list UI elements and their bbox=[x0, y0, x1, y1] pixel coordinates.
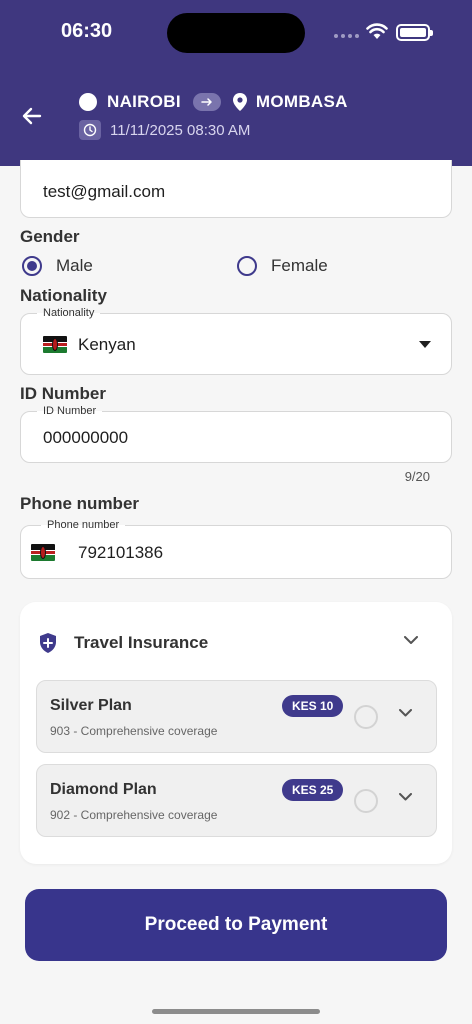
route-arrow-icon bbox=[192, 93, 221, 111]
travel-insurance-card: Travel Insurance Silver Plan 903 - Compr… bbox=[20, 602, 452, 864]
id-number-input[interactable]: ID Number 000000000 bbox=[20, 404, 452, 463]
plan-radio[interactable] bbox=[354, 789, 378, 813]
id-number-value: 000000000 bbox=[43, 428, 129, 447]
phone-label: Phone number bbox=[20, 494, 140, 513]
plan-option-diamond[interactable]: Diamond Plan 902 - Comprehensive coverag… bbox=[36, 764, 437, 837]
id-number-legend: ID Number bbox=[37, 404, 103, 418]
nationality-label: Nationality bbox=[20, 286, 107, 305]
status-time: 06:30 bbox=[61, 20, 113, 42]
plan-option-silver[interactable]: Silver Plan 903 - Comprehensive coverage… bbox=[36, 680, 437, 753]
phone-legend: Phone number bbox=[41, 518, 126, 532]
gender-radio-male[interactable]: Male bbox=[22, 256, 93, 276]
email-field[interactable]: test@gmail.com bbox=[20, 160, 452, 218]
dynamic-island bbox=[167, 13, 305, 53]
kenya-flag-icon bbox=[43, 336, 67, 353]
insurance-title: Travel Insurance bbox=[74, 633, 209, 652]
plan-price-badge: KES 25 bbox=[282, 779, 344, 801]
plan-name: Silver Plan bbox=[50, 697, 132, 714]
wifi-icon bbox=[366, 23, 388, 39]
gender-label: Gender bbox=[20, 227, 80, 246]
kenya-flag-icon bbox=[31, 544, 55, 561]
phone-value: 792101386 bbox=[78, 543, 164, 562]
clock-icon bbox=[79, 120, 101, 140]
origin-city: NAIROBI bbox=[107, 92, 181, 111]
origin-dot-icon bbox=[79, 93, 97, 111]
nationality-select[interactable]: Nationality Kenyan bbox=[20, 306, 452, 375]
proceed-to-payment-button[interactable]: Proceed to Payment bbox=[25, 889, 447, 961]
signal-icon bbox=[334, 34, 359, 38]
gender-option-female: Female bbox=[271, 256, 328, 275]
back-arrow-icon[interactable] bbox=[20, 104, 44, 128]
departure-datetime: 11/11/2025 08:30 AM bbox=[79, 120, 250, 140]
chevron-down-icon[interactable] bbox=[399, 793, 412, 801]
header-bar: 06:30 NAIROBI MOMBASA 11/11/2025 08:30 A… bbox=[0, 0, 472, 166]
location-pin-icon bbox=[232, 93, 247, 111]
radio-selected-icon bbox=[22, 256, 42, 276]
chevron-down-icon[interactable] bbox=[404, 636, 418, 645]
datetime-text: 11/11/2025 08:30 AM bbox=[110, 121, 251, 139]
id-number-counter: 9/20 bbox=[404, 469, 430, 484]
plan-name: Diamond Plan bbox=[50, 781, 157, 798]
plan-description: 902 - Comprehensive coverage bbox=[50, 808, 218, 822]
plan-radio[interactable] bbox=[354, 705, 378, 729]
route-summary: NAIROBI MOMBASA bbox=[79, 92, 348, 112]
phone-input[interactable]: Phone number 792101386 bbox=[20, 518, 452, 579]
battery-icon bbox=[396, 24, 433, 41]
shield-plus-icon bbox=[38, 632, 58, 654]
plan-price-badge: KES 10 bbox=[282, 695, 344, 717]
destination-city: MOMBASA bbox=[255, 92, 348, 111]
insurance-header[interactable]: Travel Insurance bbox=[38, 632, 208, 654]
dropdown-caret-icon bbox=[419, 341, 431, 348]
email-value: test@gmail.com bbox=[43, 182, 166, 201]
id-number-label: ID Number bbox=[20, 384, 106, 403]
gender-radio-female[interactable]: Female bbox=[237, 256, 328, 276]
nationality-legend: Nationality bbox=[37, 306, 101, 320]
nationality-value: Kenyan bbox=[78, 335, 136, 354]
chevron-down-icon[interactable] bbox=[399, 709, 412, 717]
gender-option-male: Male bbox=[56, 256, 93, 275]
home-indicator[interactable] bbox=[152, 1009, 320, 1014]
plan-description: 903 - Comprehensive coverage bbox=[50, 724, 218, 738]
radio-unselected-icon bbox=[237, 256, 257, 276]
